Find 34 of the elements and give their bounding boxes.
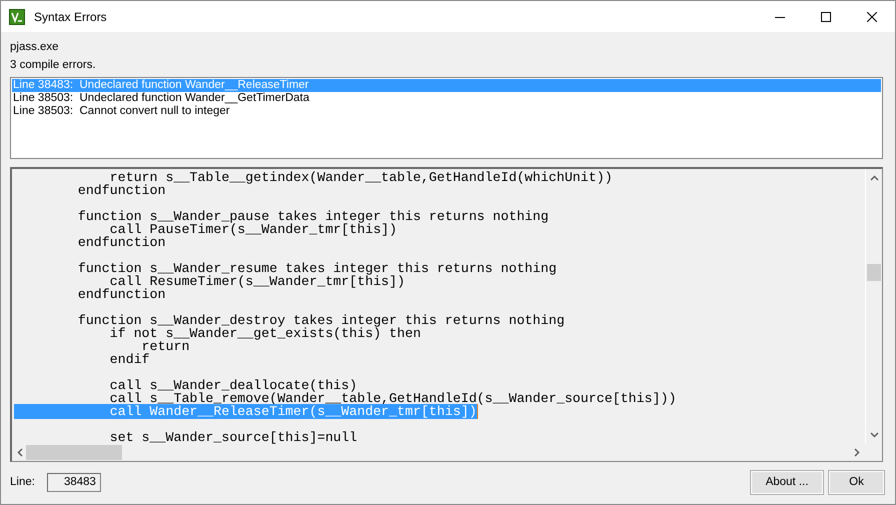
error-item[interactable]: Line 38503: Undeclared function Wander__GetTimerData xyxy=(12,92,881,105)
code-line: if not s__Wander__get_exists(this) then xyxy=(108,326,421,341)
scroll-down-icon[interactable] xyxy=(870,432,878,438)
code-line: call ResumeTimer(s__Wander_tmr[this]) xyxy=(110,274,405,289)
window-title: Syntax Errors xyxy=(34,10,107,24)
code-line: endfunction xyxy=(76,183,166,198)
scroll-right-icon[interactable] xyxy=(854,448,860,457)
code-line: set s__Wander_source[this]=null xyxy=(108,430,358,444)
scroll-up-icon[interactable] xyxy=(870,175,878,181)
maximize-icon[interactable] xyxy=(821,12,831,22)
dialog-button[interactable]: About ... xyxy=(750,470,824,494)
code-line: endif xyxy=(108,352,150,367)
close-icon[interactable] xyxy=(867,12,877,22)
code-line: call PauseTimer(s__Wander_tmr[this]) xyxy=(110,222,398,237)
error-item[interactable]: Line 38503: Cannot convert null to integer xyxy=(12,105,881,118)
vertical-scrollbar[interactable] xyxy=(865,169,882,444)
program-name: pjass.exe xyxy=(10,41,60,54)
code-line: return xyxy=(142,339,190,354)
scroll-left-icon[interactable] xyxy=(17,448,23,457)
error-summary: 3 compile errors. xyxy=(10,59,97,72)
code-line: endfunction xyxy=(76,235,166,250)
code-line: endfunction xyxy=(76,287,166,302)
code-line: call s__Table_remove(Wander__table,GetHandleId(s__Wander_source[this])) xyxy=(108,391,676,406)
code-line: return s__Table__getindex(Wander__table,GetHandleId(whichUnit)) xyxy=(110,170,612,185)
code-line: function s__Wander_pause takes integer this returns nothing xyxy=(76,209,549,224)
code-line: call s__Wander_deallocate(this) xyxy=(108,378,358,393)
code-line: function s__Wander_destroy takes integer this returns nothing xyxy=(76,313,565,328)
scroll-thumb[interactable] xyxy=(26,445,122,460)
line-field: 38483 xyxy=(46,472,101,492)
dialog-button[interactable]: Ok xyxy=(828,470,885,494)
line-label: Line: xyxy=(10,476,35,488)
scroll-thumb[interactable] xyxy=(867,264,881,281)
code-line: function s__Wander_resume takes integer this returns nothing xyxy=(76,261,557,276)
app-icon xyxy=(9,8,25,24)
